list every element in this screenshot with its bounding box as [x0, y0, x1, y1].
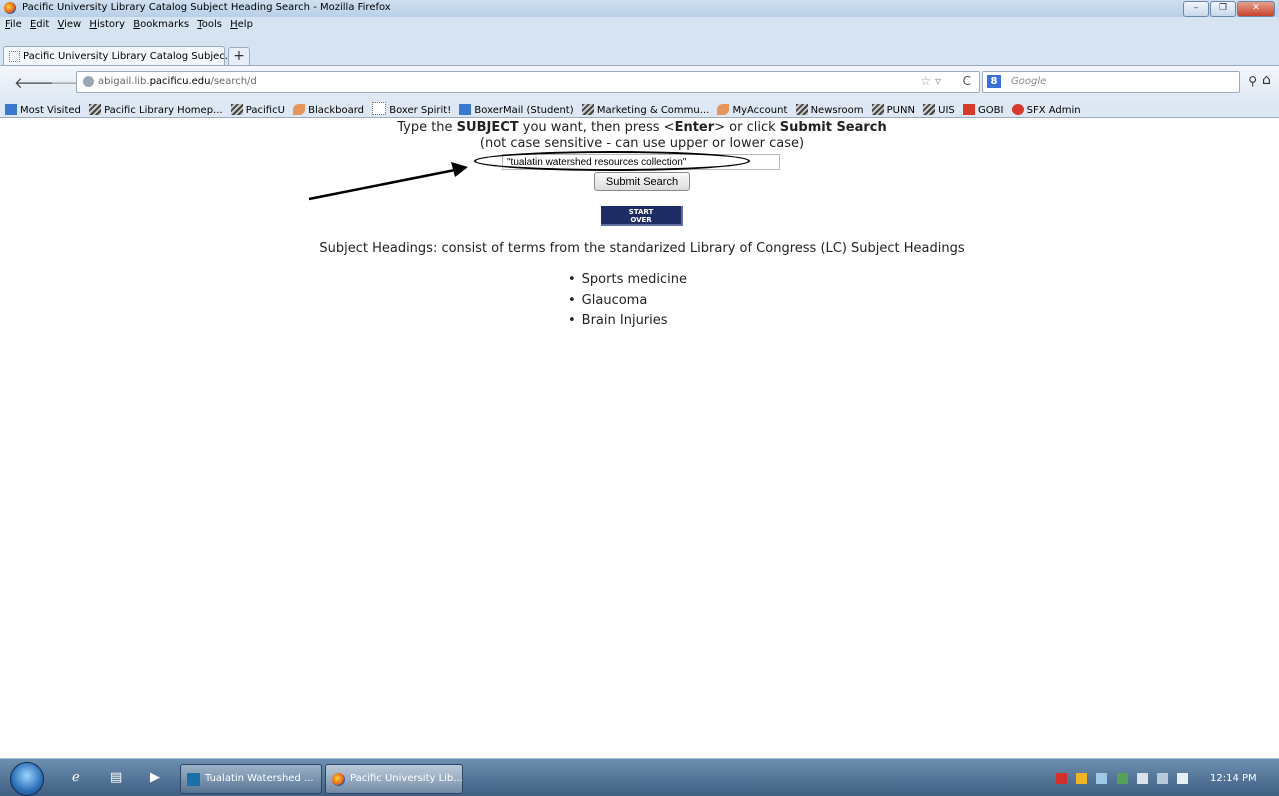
highlight-ellipse	[474, 151, 750, 171]
sfx-icon	[1011, 104, 1024, 115]
new-tab-button[interactable]: +	[228, 47, 250, 66]
network-icon[interactable]	[1156, 773, 1168, 784]
bookmark-boxer-spirit[interactable]: Boxer Spirit!	[372, 102, 451, 116]
clock[interactable]: 12:14 PM	[1210, 773, 1257, 784]
bookmark-sfx-admin[interactable]: SFX Admin	[1011, 104, 1081, 116]
globe-icon	[83, 76, 94, 87]
search-icon[interactable]: ⚲	[1248, 74, 1257, 88]
firefox-logo-icon	[4, 2, 16, 14]
menu-view[interactable]: View	[58, 19, 82, 30]
page-icon	[9, 51, 20, 62]
bookmark-newsroom[interactable]: Newsroom	[795, 104, 863, 116]
pacific-logo-icon	[871, 104, 884, 115]
menu-bookmarks[interactable]: Bookmarks	[133, 19, 189, 30]
list-item: Glaucoma	[568, 291, 687, 312]
maximize-button[interactable]: ❐	[1210, 1, 1236, 17]
bookmark-blackboard[interactable]: Blackboard	[293, 104, 364, 116]
minimize-button[interactable]: –	[1183, 1, 1209, 17]
list-item: Brain Injuries	[568, 311, 687, 332]
menu-bar: File Edit View History Bookmarks Tools H…	[0, 17, 1279, 33]
list-item: Sports medicine	[568, 270, 687, 291]
search-placeholder: Google	[1011, 76, 1047, 87]
home-icon[interactable]: ⌂	[1262, 72, 1271, 88]
windows-taskbar: ℯ ▤ ▶ Tualatin Watershed ... Pacific Uni…	[0, 758, 1279, 796]
url-text: abigail.lib.pacificu.edu/search/d	[98, 76, 257, 87]
gobi-icon	[962, 104, 975, 115]
network-share-icon[interactable]	[1096, 773, 1108, 784]
system-tray	[1056, 773, 1194, 786]
tab-active[interactable]: Pacific University Library Catalog Subje…	[3, 46, 234, 66]
subject-headings-description: Subject Headings: consist of terms from …	[319, 241, 965, 256]
reload-icon[interactable]: C	[963, 74, 971, 88]
window-titlebar: Pacific University Library Catalog Subje…	[0, 0, 1279, 17]
publisher-icon	[187, 773, 200, 786]
close-button[interactable]: ✕	[1237, 1, 1275, 17]
most-visited-icon	[5, 104, 17, 115]
pacific-logo-icon	[795, 104, 808, 115]
bookmark-pacificu[interactable]: PacificU	[230, 104, 285, 116]
acrobat-icon[interactable]	[1056, 773, 1067, 784]
menu-history[interactable]: History	[89, 19, 125, 30]
annotation-arrow-icon	[308, 162, 468, 201]
pacific-logo-icon	[581, 104, 594, 115]
menu-help[interactable]: Help	[230, 19, 253, 30]
google-icon	[459, 104, 472, 115]
tab-label: Pacific University Library Catalog Subje…	[23, 51, 235, 62]
menu-tools[interactable]: Tools	[197, 19, 222, 30]
page-icon	[372, 102, 387, 115]
start-over-button[interactable]: START OVER	[601, 206, 683, 226]
bookmark-punn[interactable]: PUNN	[871, 104, 915, 116]
media-player-icon[interactable]: ▶	[150, 770, 160, 785]
url-bar[interactable]: abigail.lib.pacificu.edu/search/d ☆ ▿ C	[76, 71, 980, 93]
window-controls: – ❐ ✕	[1183, 1, 1275, 17]
bookmark-most-visited[interactable]: Most Visited	[5, 104, 81, 116]
menu-edit[interactable]: Edit	[30, 19, 49, 30]
bookmark-marketing[interactable]: Marketing & Commu...	[581, 104, 709, 116]
volume-icon[interactable]	[1177, 773, 1189, 784]
window-title: Pacific University Library Catalog Subje…	[22, 2, 391, 13]
pacific-logo-icon	[230, 104, 243, 115]
bookmark-pacific-library[interactable]: Pacific Library Homep...	[89, 104, 223, 116]
file-explorer-icon[interactable]: ▤	[110, 770, 122, 785]
firefox-icon	[332, 773, 345, 786]
navigation-bar: 🡐 🡒 abigail.lib.pacificu.edu/search/d ☆ …	[0, 65, 1279, 100]
security-icon[interactable]	[1076, 773, 1088, 784]
bookmarks-bar: Most Visited Pacific Library Homep... Pa…	[0, 99, 1279, 118]
myaccount-icon	[717, 104, 730, 115]
start-button[interactable]	[10, 762, 44, 796]
taskbar-item-firefox[interactable]: Pacific University Lib...	[325, 764, 463, 794]
taskbar-item-publisher[interactable]: Tualatin Watershed ...	[180, 764, 322, 794]
blackboard-icon	[293, 104, 306, 115]
example-subjects-list: Sports medicine Glaucoma Brain Injuries	[568, 270, 687, 332]
sync-icon[interactable]	[1116, 773, 1128, 784]
tab-bar: Pacific University Library Catalog Subje…	[0, 33, 1279, 66]
bookmark-star-icon[interactable]: ☆ ▿	[920, 74, 941, 88]
back-arrow-icon[interactable]: 🡐	[14, 73, 54, 92]
flag-icon[interactable]	[1136, 773, 1148, 784]
bookmark-gobi[interactable]: GOBI	[962, 104, 1003, 116]
instructions-line: Type the SUBJECT you want, then press <E…	[397, 120, 887, 135]
case-note: (not case sensitive - can use upper or l…	[479, 136, 805, 151]
submit-search-button[interactable]: Submit Search	[594, 172, 690, 191]
pacific-logo-icon	[923, 104, 936, 115]
pacific-logo-icon	[89, 104, 102, 115]
page-content: Type the SUBJECT you want, then press <E…	[0, 118, 1279, 758]
web-search-box[interactable]: 8 Google ⚲	[982, 71, 1257, 93]
bookmark-uis[interactable]: UIS	[923, 104, 955, 116]
menu-file[interactable]: File	[5, 19, 22, 30]
search-engine-icon[interactable]: 8	[987, 75, 1001, 88]
internet-explorer-icon[interactable]: ℯ	[72, 770, 80, 785]
bookmark-boxermail[interactable]: BoxerMail (Student)	[459, 104, 574, 116]
bookmark-myaccount[interactable]: MyAccount	[717, 104, 787, 116]
